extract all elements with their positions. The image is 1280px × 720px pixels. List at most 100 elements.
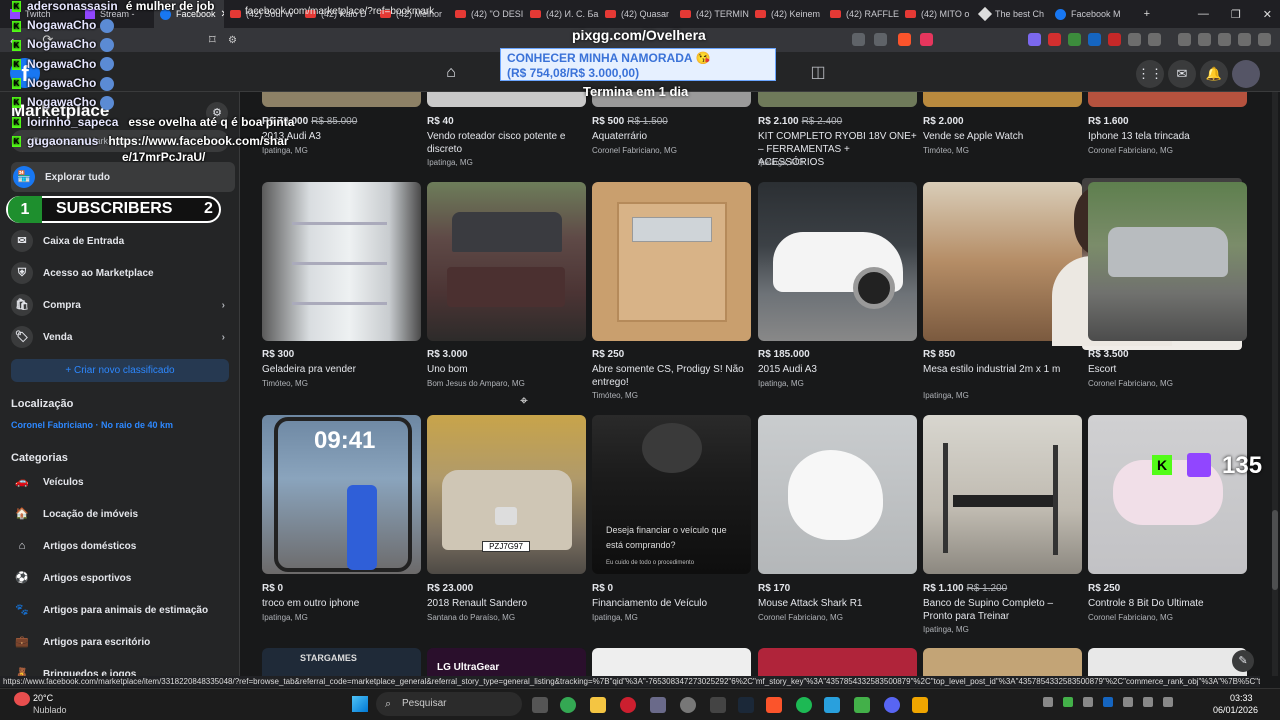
app-icon[interactable]: [650, 697, 666, 713]
listing-price[interactable]: R$ 185.000: [758, 349, 810, 360]
vpn-icon[interactable]: [1238, 33, 1251, 46]
menu-grid-icon[interactable]: ⋮⋮: [1136, 60, 1164, 88]
category-item[interactable]: ⌂ Artigos domésticos: [11, 531, 235, 561]
listing-title[interactable]: Vendo roteador cisco potente e discreto: [427, 130, 587, 156]
listing-title[interactable]: Abre somente CS, Prodigy S! Não entrego!: [592, 363, 752, 389]
mouse-image[interactable]: [758, 415, 917, 574]
listing-image[interactable]: [923, 648, 1082, 676]
listing-title[interactable]: Uno bom: [427, 363, 587, 376]
listing-price[interactable]: R$ 2.100 R$ 2.400: [758, 116, 842, 127]
extension-icon[interactable]: [1108, 33, 1121, 46]
listing-price[interactable]: R$ 1.600: [1088, 116, 1129, 127]
download-icon[interactable]: [1218, 33, 1231, 46]
category-item[interactable]: 🐾 Artigos para animais de estimação: [11, 595, 235, 625]
sidebar-toggle-icon[interactable]: [1178, 33, 1191, 46]
app-icon[interactable]: [710, 697, 726, 713]
category-item[interactable]: 🏠 Locação de imóveis: [11, 499, 235, 529]
notepad-icon[interactable]: [824, 697, 840, 713]
listing-title[interactable]: 2015 Audi A3: [758, 363, 918, 376]
discord-icon[interactable]: [884, 697, 900, 713]
listing-price[interactable]: R$ 2.000: [923, 116, 964, 127]
listing-image[interactable]: [1088, 648, 1247, 676]
wallet-icon[interactable]: [1198, 33, 1211, 46]
listing-image[interactable]: [262, 92, 421, 107]
chrome-icon[interactable]: [560, 697, 576, 713]
taskbar-search[interactable]: ⌕ Pesquisar: [376, 692, 522, 716]
site-info-icon[interactable]: ⚙: [228, 35, 237, 46]
listing-price[interactable]: R$ 23.000: [427, 583, 473, 594]
listing-title[interactable]: Vende se Apple Watch: [923, 130, 1083, 143]
sandero-image[interactable]: PZJ7G97: [427, 415, 586, 574]
category-item[interactable]: 🚗 Veículos: [11, 467, 235, 497]
app-icon[interactable]: [854, 697, 870, 713]
url-field[interactable]: facebook.com/marketplace/?ref=bookmark: [245, 6, 434, 17]
sidebar-nav-item[interactable]: 🏷 Venda ›: [11, 322, 235, 352]
spotify-icon[interactable]: [796, 697, 812, 713]
financing-ad-image[interactable]: Deseja financiar o veículo que está comp…: [592, 415, 751, 574]
messenger-icon[interactable]: ✉: [1168, 60, 1196, 88]
extension-icon[interactable]: [1068, 33, 1081, 46]
gaming-icon[interactable]: ◫: [803, 60, 833, 86]
browser-tab[interactable]: (42) TERMIN: [674, 0, 749, 28]
bench-image[interactable]: [923, 415, 1082, 574]
listing-title[interactable]: Iphone 13 tela trincada: [1088, 130, 1248, 143]
puzzle-icon[interactable]: [1128, 33, 1141, 46]
audi-a3-image[interactable]: [758, 182, 917, 341]
listing-price[interactable]: R$ 3.500: [1088, 349, 1129, 360]
listing-price[interactable]: R$ 250: [1088, 583, 1120, 594]
listing-image[interactable]: [923, 92, 1082, 107]
scrollbar-thumb[interactable]: [1272, 510, 1278, 590]
browser-tab[interactable]: The best Ch: [974, 0, 1049, 28]
brave-shield-icon[interactable]: [898, 33, 911, 46]
profile-avatar[interactable]: [1232, 60, 1260, 88]
windows-start-icon[interactable]: [352, 696, 368, 712]
listing-image[interactable]: STARGAMES: [262, 648, 421, 676]
bookmark-icon[interactable]: ⌑: [209, 32, 216, 48]
tray-icon[interactable]: [1043, 697, 1053, 707]
listing-title[interactable]: Banco de Supino Completo – Pronto para T…: [923, 597, 1083, 623]
listing-title[interactable]: Aquaterrário: [592, 130, 752, 143]
listing-price[interactable]: R$ 250: [592, 349, 624, 360]
brave-rewards-icon[interactable]: [920, 33, 933, 46]
tray-icon[interactable]: [1123, 697, 1133, 707]
brave-icon[interactable]: [766, 697, 782, 713]
extension-icon[interactable]: [1028, 33, 1041, 46]
listing-title[interactable]: Controle 8 Bit Do Ultimate: [1088, 597, 1248, 610]
task-view-icon[interactable]: [532, 697, 548, 713]
listing-price[interactable]: R$ 40: [427, 116, 454, 127]
obs-icon[interactable]: [680, 697, 696, 713]
app-icon[interactable]: [912, 697, 928, 713]
extension-icon[interactable]: [1088, 33, 1101, 46]
fridge-image[interactable]: [262, 182, 421, 341]
volume-icon[interactable]: [1143, 697, 1153, 707]
listing-price[interactable]: R$ 0: [262, 583, 283, 594]
category-item[interactable]: 💼 Artigos para escritório: [11, 627, 235, 657]
sidebar-nav-item[interactable]: 🏪 Explorar tudo: [11, 162, 235, 192]
browser-tab[interactable]: (42) RAFFLE: [824, 0, 899, 28]
home-icon[interactable]: ⌂: [436, 60, 466, 86]
extension-icon[interactable]: [1148, 33, 1161, 46]
listing-price[interactable]: R$ 0: [592, 583, 613, 594]
listing-price[interactable]: R$ 300: [262, 349, 294, 360]
browser-tab[interactable]: (42) "O DESI: [449, 0, 524, 28]
controller-image[interactable]: [1088, 415, 1247, 574]
listing-price[interactable]: R$ 3.000: [427, 349, 468, 360]
tray-icon[interactable]: [1063, 697, 1073, 707]
listing-title[interactable]: 2018 Renault Sandero: [427, 597, 587, 610]
escort-image[interactable]: [1088, 182, 1247, 341]
listing-price[interactable]: R$ 500 R$ 1.500: [592, 116, 668, 127]
close-window-button[interactable]: ✕: [1263, 8, 1272, 21]
iphone-image[interactable]: 09:41: [262, 415, 421, 574]
compose-edit-icon[interactable]: ✎: [1232, 650, 1254, 672]
extension-icon[interactable]: [1048, 33, 1061, 46]
listing-title[interactable]: Geladeira pra vender: [262, 363, 422, 376]
screen-cast-icon[interactable]: [852, 33, 865, 46]
menu-icon[interactable]: [1258, 33, 1271, 46]
opera-icon[interactable]: [620, 697, 636, 713]
fiat-uno-image[interactable]: [427, 182, 586, 341]
create-listing-button[interactable]: + Criar novo classificado: [11, 359, 229, 382]
listing-image[interactable]: LG UltraGear: [427, 648, 586, 676]
browser-tab[interactable]: Facebook M: [1049, 0, 1124, 28]
sidebar-nav-item[interactable]: 🛍 Compra ›: [11, 290, 235, 320]
listing-price[interactable]: R$ 170: [758, 583, 790, 594]
